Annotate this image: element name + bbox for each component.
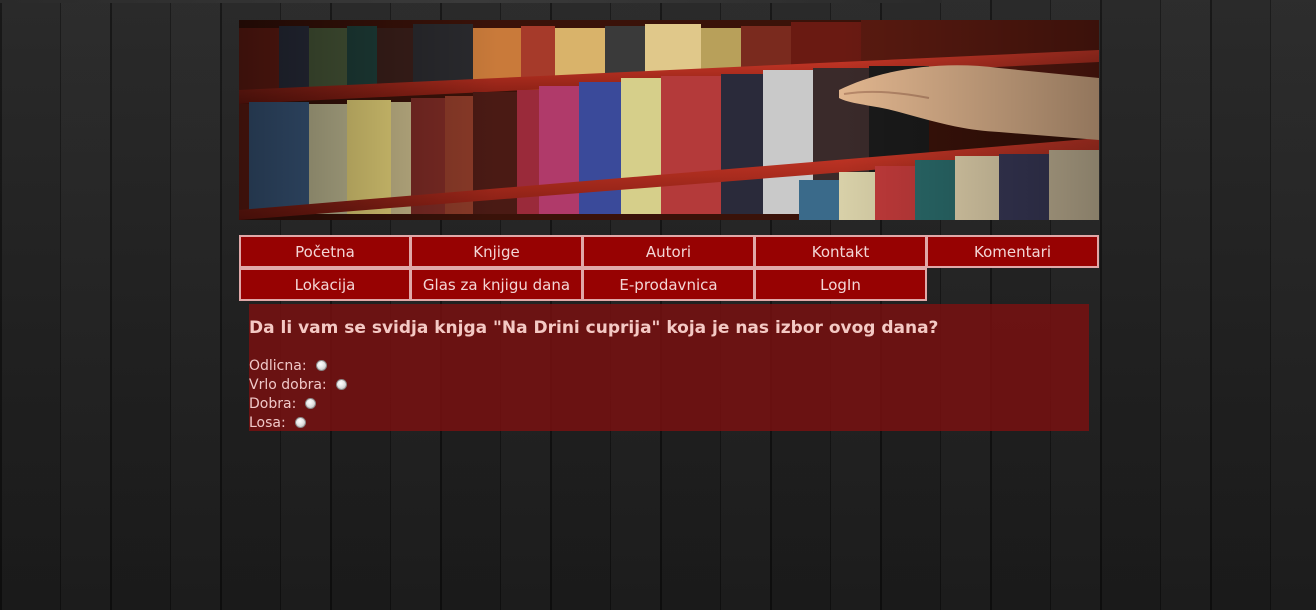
poll-option-label: Dobra: [249,395,297,412]
nav-row-2: Lokacija Glas za knjigu dana E-prodavnic… [239,268,1103,301]
nav-item-e-prodavnica[interactable]: E-prodavnica [583,268,755,301]
poll-option-label: Odlicna: [249,357,307,374]
radio-losa[interactable] [294,417,306,428]
nav-row-1: Početna Knjige Autori Kontakt Komentari [239,235,1103,268]
nav-item-komentari[interactable]: Komentari [927,235,1099,268]
radio-vrlo-dobra[interactable] [335,379,347,390]
nav-item-kontakt[interactable]: Kontakt [755,235,927,268]
poll-options: Odlicna: Vrlo dobra: Dobra: Losa: [249,356,347,432]
header-banner-image [239,20,1099,220]
poll-option-losa: Losa: [249,413,347,432]
nav-item-lokacija[interactable]: Lokacija [239,268,411,301]
nav-item-autori[interactable]: Autori [583,235,755,268]
poll-option-dobra: Dobra: [249,394,347,413]
poll-option-odlicna: Odlicna: [249,356,347,375]
main-navigation: Početna Knjige Autori Kontakt Komentari … [239,235,1103,301]
radio-dobra[interactable] [305,398,317,409]
nav-item-glas-za-knjigu-dana[interactable]: Glas za knjigu dana [411,268,583,301]
top-divider [0,0,942,3]
poll-question: Da li vam se svidja knjga "Na Drini cupr… [249,318,939,338]
poll-option-label: Vrlo dobra: [249,376,327,393]
bookshelf-illustration [239,20,1099,220]
poll-option-vrlo-dobra: Vrlo dobra: [249,375,347,394]
book-of-the-day-poll: Da li vam se svidja knjga "Na Drini cupr… [249,304,1089,431]
nav-item-pocetna[interactable]: Početna [239,235,411,268]
nav-item-knjige[interactable]: Knjige [411,235,583,268]
radio-odlicna[interactable] [315,360,327,371]
nav-item-login[interactable]: LogIn [755,268,927,301]
poll-option-label: Losa: [249,414,286,431]
